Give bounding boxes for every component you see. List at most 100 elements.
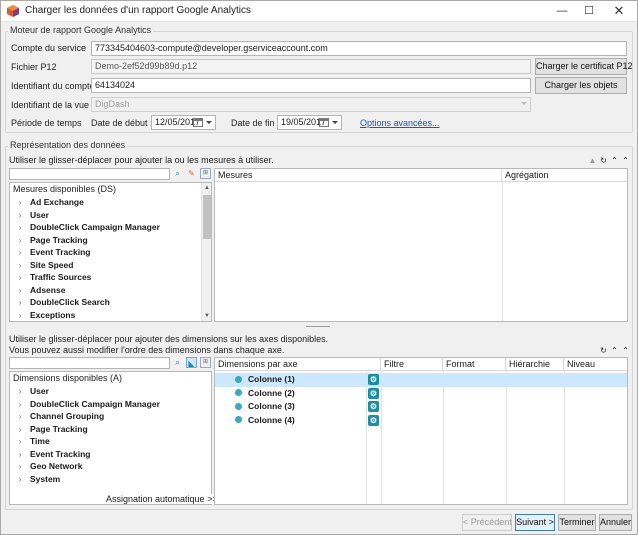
tree-item-label: Traffic Sources — [30, 272, 92, 282]
service-account-field[interactable]: 773345404603-compute@developer.gservicea… — [91, 41, 627, 56]
chevron-right-icon[interactable]: › — [10, 448, 30, 461]
service-account-label: Compte du service — [11, 43, 87, 53]
chevron-right-icon[interactable]: › — [10, 234, 30, 247]
cancel-button[interactable]: Annuler — [599, 514, 632, 531]
axis-row[interactable]: Colonne (2) ⚙ — [215, 387, 627, 401]
chevron-right-icon[interactable]: › — [10, 246, 30, 259]
tree-item[interactable]: › User — [10, 209, 211, 222]
tree-item[interactable]: › System — [10, 473, 211, 486]
dimensions-table: Dimensions par axe Filtre Format Hiérarc… — [214, 357, 628, 505]
minimize-button[interactable]: — — [547, 0, 577, 22]
gear-icon[interactable]: ⚙ — [368, 374, 379, 385]
chevron-right-icon[interactable]: › — [10, 259, 30, 272]
measures-column-header[interactable]: Mesures — [215, 169, 502, 182]
tree-item[interactable]: › Geo Network — [10, 460, 211, 473]
advanced-options-link[interactable]: Options avancées... — [360, 118, 440, 128]
axis-row[interactable]: Colonne (3) ⚙ — [215, 400, 627, 414]
previous-button[interactable]: < Précédent — [462, 514, 512, 531]
tree-item[interactable]: › Traffic Sources — [10, 271, 211, 284]
tree-item-label: System — [30, 473, 61, 484]
dimensions-search-input[interactable] — [9, 357, 170, 369]
chevron-down-icon — [206, 121, 212, 124]
maximize-button[interactable]: ☐ — [574, 0, 604, 22]
gear-icon[interactable]: ⚙ — [368, 401, 379, 412]
finish-button[interactable]: Terminer — [558, 514, 596, 531]
tree-item[interactable]: › Exceptions — [10, 309, 211, 322]
chevron-right-icon[interactable]: › — [10, 271, 30, 284]
auto-assign-link[interactable]: Assignation automatique >> — [104, 494, 220, 504]
chevron-right-icon[interactable]: › — [10, 410, 30, 423]
axis-row[interactable]: Colonne (4) ⚙ — [215, 414, 627, 428]
refresh-icon[interactable]: ↻ — [598, 155, 609, 166]
filter-icon[interactable]: ◣ — [186, 357, 197, 368]
scroll-down-icon[interactable]: ▼ — [202, 311, 212, 321]
next-button[interactable]: Suivant > — [515, 514, 555, 531]
tree-item[interactable]: › Event Tracking — [10, 246, 211, 259]
account-id-field[interactable]: 64134024 — [91, 78, 531, 93]
chevron-right-icon[interactable]: › — [10, 209, 30, 222]
chevron-right-icon[interactable]: › — [10, 296, 30, 309]
scroll-up-icon[interactable]: ▲ — [202, 183, 212, 193]
tree-item[interactable]: › DoubleClick Search — [10, 296, 211, 309]
axis-dot-icon — [235, 389, 242, 396]
tree-item[interactable]: › User — [10, 385, 211, 398]
chevron-right-icon[interactable]: › — [10, 398, 30, 411]
tree-item[interactable]: › Time — [10, 435, 211, 448]
close-button[interactable]: ✕ — [604, 0, 634, 22]
tree-item[interactable]: › DoubleClick Campaign Manager — [10, 398, 211, 411]
collapse-icon[interactable]: ⌃ — [609, 155, 620, 166]
gear-icon[interactable]: ⚙ — [368, 414, 379, 426]
measures-scrollbar[interactable]: ▲ ▼ — [201, 183, 211, 321]
gear-icon[interactable]: ⚙ — [368, 387, 379, 399]
chevron-right-icon[interactable]: › — [10, 460, 30, 473]
end-date-picker[interactable]: 19/05/2017 — [277, 115, 342, 130]
tree-item[interactable]: › Page Tracking — [10, 234, 211, 247]
dims-axis-column-header[interactable]: Dimensions par axe — [215, 358, 381, 371]
load-objects-button[interactable]: Charger les objets — [535, 77, 627, 94]
tree-item[interactable]: › Site Speed — [10, 259, 211, 272]
chevron-up-icon[interactable]: ⌃ — [620, 345, 631, 356]
chevron-right-icon[interactable]: › — [10, 284, 30, 297]
chevron-right-icon[interactable]: › — [10, 309, 30, 322]
chevron-right-icon[interactable]: › — [10, 435, 30, 448]
tree-item[interactable]: › Event Tracking — [10, 448, 211, 461]
chevron-right-icon[interactable]: › — [10, 473, 30, 486]
tree-item[interactable]: › Channel Grouping — [10, 410, 211, 423]
tree-item[interactable]: › Ad Exchange — [10, 196, 211, 209]
collapse-icon[interactable]: ⌃ — [609, 345, 620, 356]
axis-label: Colonne (1) — [248, 374, 295, 384]
refresh-icon[interactable]: ↻ — [598, 345, 609, 356]
magnifier-icon[interactable]: ⌕ — [172, 168, 183, 179]
expand-icon[interactable]: ⊞ — [200, 168, 211, 179]
chevron-up-icon[interactable]: ⌃ — [620, 155, 631, 166]
chevron-right-icon[interactable]: › — [10, 221, 30, 234]
tree-item[interactable]: › DoubleClick Campaign Manager — [10, 221, 211, 234]
chevron-right-icon[interactable]: › — [10, 196, 30, 209]
sort-icon[interactable]: ▲ — [587, 155, 598, 166]
magnifier-icon[interactable]: ⌕ — [172, 357, 183, 368]
view-id-select[interactable]: DigDash — [91, 97, 531, 112]
chevron-right-icon[interactable]: › — [10, 385, 30, 398]
dimensions-list: › User › DoubleClick Campaign Manager › Chann… — [10, 385, 211, 495]
start-date-picker[interactable]: 12/05/2017 — [151, 115, 216, 130]
axis-row[interactable]: Colonne (1) ⚙ — [215, 373, 627, 387]
tree-item[interactable]: › Adsense — [10, 284, 211, 297]
level-column-header[interactable]: Niveau — [564, 358, 627, 371]
p12-field[interactable]: Demo-2ef52d99b89d.p12 — [91, 59, 531, 74]
tree-item[interactable]: › Page Tracking — [10, 423, 211, 436]
load-p12-button[interactable]: Charger le certificat P12 — [535, 58, 633, 75]
dimensions-tree-header: Dimensions disponibles (A) — [13, 373, 123, 383]
eraser-icon[interactable]: ✎ — [186, 168, 197, 179]
expand-icon[interactable]: ⊞ — [200, 357, 211, 368]
measures-search-input[interactable] — [9, 168, 170, 180]
aggregation-column-header[interactable]: Agrégation — [502, 169, 627, 182]
splitter-handle[interactable] — [306, 326, 330, 327]
chevron-right-icon[interactable]: › — [10, 423, 30, 436]
dimensions-hint-1: Utiliser le glisser-déplacer pour ajoute… — [9, 334, 329, 344]
filter-column-header[interactable]: Filtre — [381, 358, 443, 371]
format-column-header[interactable]: Format — [443, 358, 506, 371]
calendar-icon — [193, 118, 203, 127]
hierarchy-column-header[interactable]: Hiérarchie — [506, 358, 564, 371]
axis-dot-icon — [235, 375, 242, 383]
scroll-thumb[interactable] — [203, 195, 211, 239]
